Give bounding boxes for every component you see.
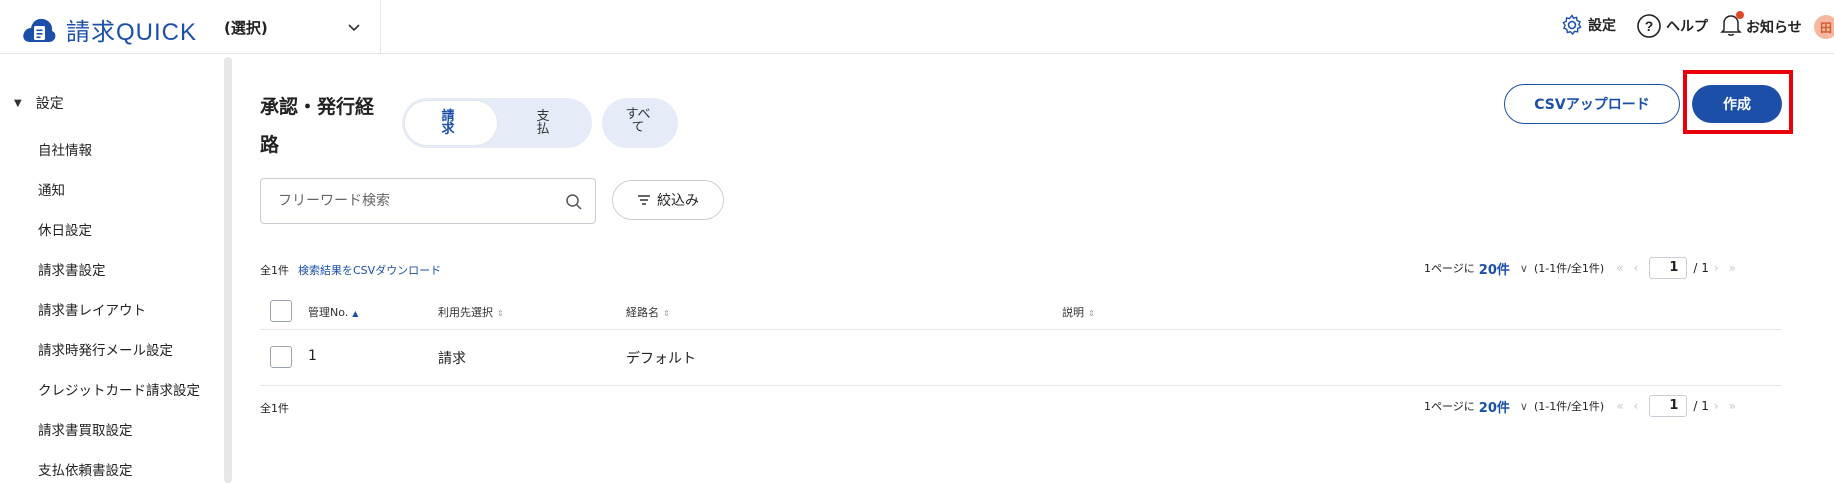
last-page-icon[interactable]: » bbox=[1729, 261, 1736, 275]
app-header: 請求QUICK (選択) 設定 ? ヘルプ お知らせ 田 bbox=[0, 0, 1834, 54]
sidebar-scrollbar[interactable] bbox=[224, 57, 232, 483]
next-page-icon[interactable]: › bbox=[1714, 399, 1719, 413]
sort-icon: ⇕ bbox=[663, 309, 670, 318]
company-select-value[interactable]: (選択) bbox=[224, 17, 268, 38]
sidebar-item-invoice-settings[interactable]: 請求書設定 bbox=[38, 259, 106, 279]
notification-badge bbox=[1736, 11, 1744, 19]
column-header-description-label: 説明 bbox=[1062, 306, 1084, 319]
app-logo[interactable]: 請求QUICK bbox=[22, 12, 197, 47]
pager-bottom: 1ページに 20件 ∨ (1-1件/全1件) « ‹ 1 / 1 › » bbox=[1424, 394, 1741, 418]
tab-invoice[interactable]: 請求 bbox=[405, 101, 497, 145]
pager-top: 1ページに 20件 ∨ (1-1件/全1件) « ‹ 1 / 1 › » bbox=[1424, 256, 1741, 280]
gear-icon bbox=[1562, 14, 1582, 36]
pager-per-page-prefix: 1ページに bbox=[1424, 400, 1475, 413]
sidebar-item-issue-mail[interactable]: 請求時発行メール設定 bbox=[38, 339, 173, 359]
column-header-route-name-label: 経路名 bbox=[626, 306, 659, 319]
create-button-highlight bbox=[1683, 70, 1793, 134]
cloud-document-icon bbox=[23, 18, 56, 42]
sidebar-item-payment-request[interactable]: 支払依頼書設定 bbox=[38, 459, 133, 479]
cell-no: 1 bbox=[308, 348, 317, 364]
help-button[interactable]: ? ヘルプ bbox=[1636, 13, 1708, 39]
first-page-icon[interactable]: « bbox=[1616, 261, 1623, 275]
chevron-down-icon[interactable]: ∨ bbox=[1520, 400, 1528, 413]
prev-page-icon[interactable]: ‹ bbox=[1634, 261, 1639, 275]
logo-text: 請求QUICK bbox=[66, 19, 198, 46]
column-header-no[interactable]: 管理No. ▲ bbox=[308, 304, 358, 320]
chevron-down-icon[interactable] bbox=[345, 18, 363, 36]
caret-down-icon: ▼ bbox=[14, 97, 22, 109]
settings-button[interactable]: 設定 bbox=[1560, 13, 1616, 37]
notification-bell-wrap bbox=[1720, 11, 1744, 41]
tab-invoice-label: 請求 bbox=[441, 109, 455, 137]
next-page-icon[interactable]: › bbox=[1714, 261, 1719, 275]
sidebar-item-invoice-purchase[interactable]: 請求書買取設定 bbox=[38, 419, 133, 439]
sidebar-item-company-info[interactable]: 自社情報 bbox=[38, 139, 92, 159]
column-header-route-name[interactable]: 経路名 ⇕ bbox=[626, 304, 670, 320]
pager-per-page[interactable]: 20件 bbox=[1479, 259, 1510, 278]
column-header-no-label: 管理No. bbox=[308, 306, 349, 319]
settings-label: 設定 bbox=[1588, 18, 1616, 34]
page-number-input[interactable]: 1 bbox=[1649, 395, 1688, 417]
csv-download-link[interactable]: 検索結果をCSVダウンロード bbox=[298, 262, 441, 278]
svg-text:?: ? bbox=[1645, 18, 1654, 34]
sidebar-section-settings[interactable]: ▼ 設定 bbox=[14, 93, 64, 113]
row-checkbox[interactable] bbox=[270, 346, 292, 368]
pager-total-pages: / 1 bbox=[1693, 399, 1709, 413]
last-page-icon[interactable]: » bbox=[1729, 399, 1736, 413]
sort-icon: ⇕ bbox=[1088, 309, 1095, 318]
column-header-description[interactable]: 説明 ⇕ bbox=[1062, 304, 1095, 320]
sidebar-item-notifications[interactable]: 通知 bbox=[38, 179, 65, 199]
page-title: 承認・発行経路 bbox=[260, 96, 375, 156]
help-icon: ? bbox=[1637, 14, 1661, 38]
filter-button[interactable]: 絞込み bbox=[612, 180, 724, 220]
search-input[interactable] bbox=[262, 180, 552, 222]
table-header: 管理No. ▲ 利用先選択 ⇕ 経路名 ⇕ 説明 ⇕ bbox=[260, 292, 1782, 330]
notifications-button[interactable]: お知らせ bbox=[1720, 11, 1802, 41]
result-count-bottom: 全1件 bbox=[260, 402, 289, 415]
chevron-down-icon[interactable]: ∨ bbox=[1520, 262, 1528, 275]
cell-route-name[interactable]: デフォルト bbox=[626, 348, 696, 368]
result-count-top: 全1件 bbox=[260, 264, 289, 277]
cell-usage: 請求 bbox=[438, 351, 466, 367]
filter-label: 絞込み bbox=[657, 193, 699, 209]
search-box bbox=[260, 178, 596, 224]
pager-total-pages: / 1 bbox=[1693, 261, 1709, 275]
help-label: ヘルプ bbox=[1666, 19, 1708, 35]
user-avatar[interactable]: 田 bbox=[1814, 15, 1834, 39]
pager-per-page-prefix: 1ページに bbox=[1424, 262, 1475, 275]
page-number-input[interactable]: 1 bbox=[1649, 257, 1688, 279]
notifications-label: お知らせ bbox=[1746, 20, 1802, 36]
sidebar-item-holidays[interactable]: 休日設定 bbox=[38, 219, 92, 239]
prev-page-icon[interactable]: ‹ bbox=[1634, 399, 1639, 413]
sidebar: ▼ 設定 自社情報 通知 休日設定 請求書設定 請求書レイアウト 請求時発行メー… bbox=[0, 55, 222, 483]
sidebar-item-invoice-layout[interactable]: 請求書レイアウト bbox=[38, 299, 146, 319]
sidebar-item-credit-card[interactable]: クレジットカード請求設定 bbox=[38, 379, 200, 399]
tab-payment[interactable]: 支払 bbox=[500, 101, 590, 145]
filter-icon bbox=[638, 195, 650, 205]
select-all-checkbox[interactable] bbox=[270, 300, 292, 322]
column-header-usage-label: 利用先選択 bbox=[438, 306, 493, 319]
first-page-icon[interactable]: « bbox=[1616, 399, 1623, 413]
tab-group: 請求 支払 bbox=[402, 98, 592, 148]
sidebar-section-label: 設定 bbox=[35, 96, 64, 112]
column-header-usage[interactable]: 利用先選択 ⇕ bbox=[438, 304, 504, 320]
tab-payment-label: 支払 bbox=[536, 109, 550, 137]
header-divider bbox=[380, 0, 381, 54]
pager-range: (1-1件/全1件) bbox=[1533, 262, 1605, 275]
sort-icon: ▲ bbox=[352, 309, 359, 318]
pager-range: (1-1件/全1件) bbox=[1533, 400, 1605, 413]
search-icon[interactable] bbox=[565, 193, 583, 211]
pager-per-page[interactable]: 20件 bbox=[1479, 397, 1510, 416]
csv-upload-button[interactable]: CSVアップロード bbox=[1504, 84, 1680, 124]
tab-all[interactable]: すべて bbox=[602, 98, 678, 148]
table-row[interactable]: 1 請求 デフォルト bbox=[260, 330, 1782, 386]
tab-all-label: すべて bbox=[625, 107, 651, 135]
sort-icon: ⇕ bbox=[497, 309, 504, 318]
